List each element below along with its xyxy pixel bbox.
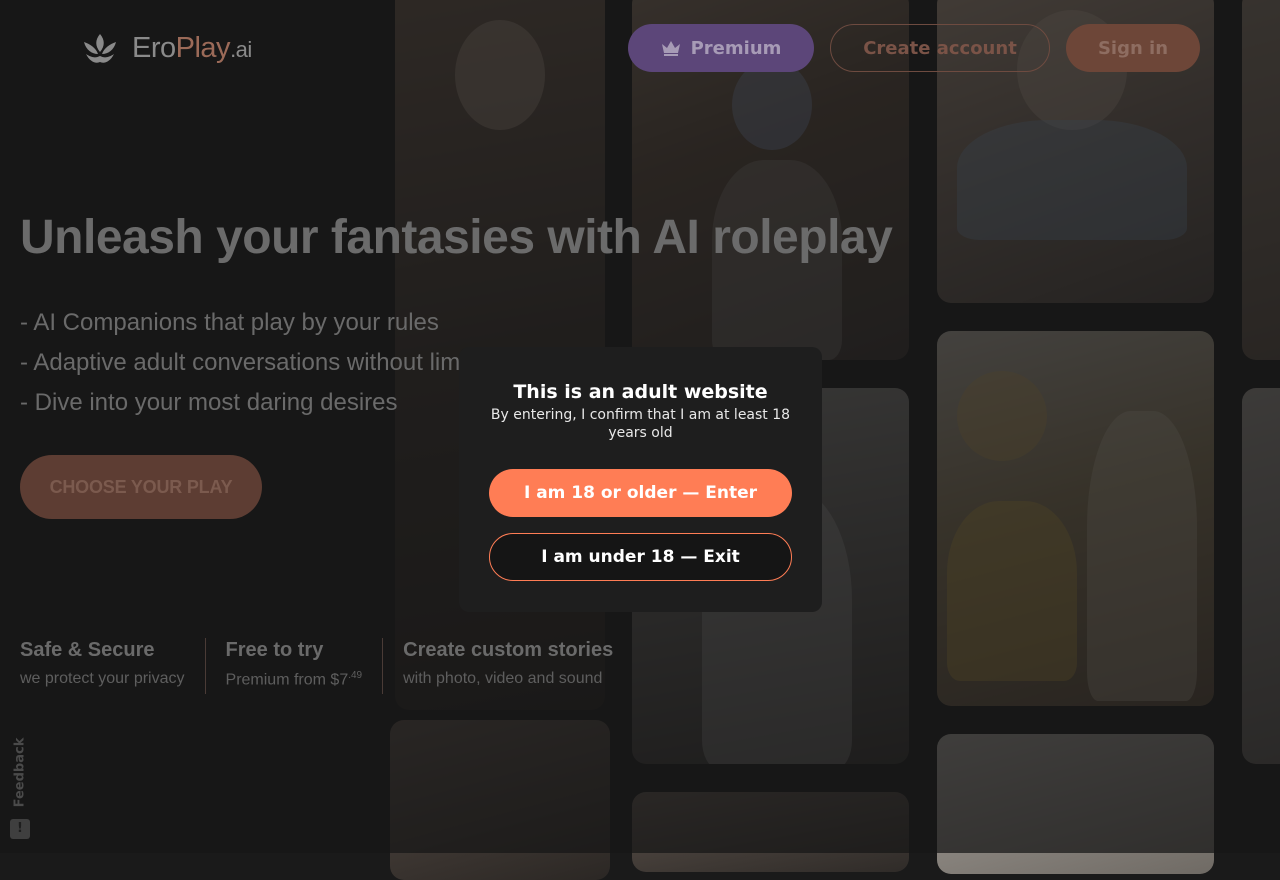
brand-name-tld: .ai [230, 36, 252, 62]
exclamation-icon: ! [10, 819, 30, 839]
stat-title: Safe & Secure [20, 639, 155, 661]
stat-subtitle: with photo, video and sound [403, 670, 603, 687]
stat-free-to-try: Free to try Premium from $7.49 [226, 638, 384, 694]
feature-item: - AI Companions that play by your rules [20, 309, 439, 336]
choose-your-play-button[interactable]: CHOOSE YOUR PLAY [20, 455, 262, 519]
feature-item: - Adaptive adult conversations without l… [20, 349, 485, 376]
stat-title: Free to try [225, 639, 324, 661]
crown-icon [661, 41, 680, 56]
feature-list: - AI Companions that play by your rules … [20, 306, 484, 426]
create-account-button[interactable]: Create account [830, 24, 1050, 72]
stats-row: Safe & Secure we protect your privacy Fr… [20, 638, 653, 694]
brand-name-play: Play [175, 31, 231, 64]
premium-label: Premium [690, 37, 782, 59]
premium-button[interactable]: Premium [628, 24, 814, 72]
price-cents: .49 [348, 670, 363, 681]
stat-subtitle: we protect your privacy [20, 670, 185, 687]
exit-button[interactable]: I am under 18 — Exit [489, 533, 792, 581]
leaf-mask-icon [84, 34, 116, 63]
enter-button[interactable]: I am 18 or older — Enter [489, 469, 792, 517]
hero-title: Unleash your fantasies with AI roleplay [20, 211, 893, 264]
stat-subtitle: Premium from $7.49 [226, 670, 363, 689]
sign-in-button[interactable]: Sign in [1066, 24, 1200, 72]
stat-custom-stories: Create custom stories with photo, video … [403, 638, 633, 694]
stat-title: Create custom stories [403, 639, 614, 661]
feedback-label: Feedback [12, 737, 28, 808]
site-logo[interactable]: EroPlay.ai [80, 28, 252, 68]
feature-item: - Dive into your most daring desires [20, 389, 398, 416]
brand-name-ero: Ero [132, 31, 176, 64]
age-verification-modal: This is an adult website By entering, I … [459, 347, 822, 612]
price-text: Premium from $7 [225, 671, 349, 689]
feedback-tab[interactable]: Feedback ! [8, 735, 32, 845]
stat-safe-secure: Safe & Secure we protect your privacy [20, 638, 206, 694]
modal-subtitle: By entering, I confirm that I am at leas… [490, 407, 791, 441]
brand-name: EroPlay.ai [132, 32, 252, 65]
modal-title: This is an adult website [513, 381, 768, 403]
